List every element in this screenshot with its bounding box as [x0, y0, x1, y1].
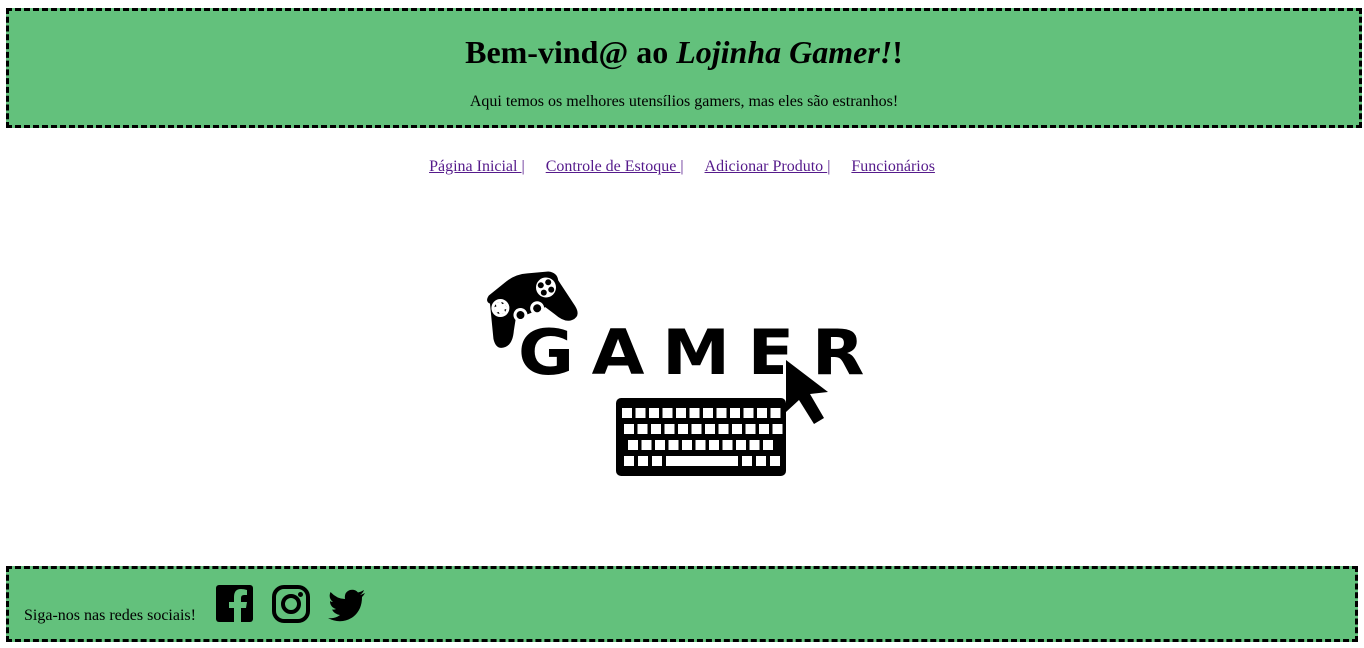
keyboard-key — [763, 440, 773, 450]
keyboard-key — [664, 424, 675, 434]
main-nav: Página Inicial | Controle de Estoque | Adi… — [0, 157, 1364, 177]
keyboard-key — [759, 424, 769, 434]
keyboard-key — [652, 456, 662, 466]
title-suffix: ! — [892, 34, 903, 70]
keyboard-key — [691, 424, 702, 434]
keyboard-key — [722, 440, 733, 450]
keyboard-key — [757, 408, 767, 418]
gamer-logo: GAMER — [478, 262, 884, 478]
keyboard-key — [637, 424, 648, 434]
keyboard-key — [709, 440, 719, 450]
keyboard-key — [655, 440, 665, 450]
keyboard-key — [624, 424, 634, 434]
keyboard-key — [695, 440, 706, 450]
header-subtitle: Aqui temos os melhores utensílios gamers… — [469, 93, 899, 110]
keyboard-key — [718, 424, 729, 434]
keyboard-key — [649, 408, 659, 418]
nav-separator: | — [827, 158, 831, 175]
keyboard-key — [638, 456, 648, 466]
nav-link-pagina-inicial[interactable]: Página Inicial — [429, 158, 521, 175]
keyboard-key — [624, 456, 634, 466]
nav-link-controle-estoque[interactable]: Controle de Estoque — [546, 158, 681, 175]
keyboard-key — [689, 408, 700, 418]
keyboard-key — [756, 456, 766, 466]
keyboard-key — [705, 424, 715, 434]
twitter-icon[interactable] — [327, 584, 367, 624]
follow-text: Siga-nos nas redes sociais! — [24, 607, 196, 624]
keyboard-key — [682, 440, 692, 450]
logo-text: GAMER — [518, 316, 882, 389]
keyboard-key — [668, 440, 679, 450]
keyboard-key — [742, 456, 752, 466]
nav-link-funcionarios[interactable]: Funcionários — [851, 158, 935, 175]
keyboard-key — [651, 424, 661, 434]
store-name: Lojinha Gamer! — [676, 34, 893, 70]
keyboard-key — [622, 408, 632, 418]
header: Bem-vind@ ao Lojinha Gamer!! Aqui temos … — [6, 8, 1362, 128]
nav-link-adicionar-produto[interactable]: Adicionar Produto — [705, 158, 828, 175]
title-prefix: Bem-vind@ ao — [465, 34, 677, 70]
keyboard-key — [745, 424, 756, 434]
nav-separator: | — [680, 158, 684, 175]
page-title: Bem-vind@ ao Lojinha Gamer!! — [9, 34, 1359, 70]
instagram-icon[interactable] — [271, 584, 311, 624]
facebook-icon[interactable] — [215, 584, 255, 624]
page: Bem-vind@ ao Lojinha Gamer!! Aqui temos … — [0, 0, 1364, 648]
keyboard-key — [749, 440, 760, 450]
footer: Siga-nos nas redes sociais! — [6, 566, 1358, 642]
keyboard-key — [678, 424, 688, 434]
keyboard-key — [772, 424, 783, 434]
keyboard-key — [635, 408, 646, 418]
keyboard-key — [666, 456, 738, 466]
keyboard-key — [662, 408, 673, 418]
keyboard-key — [736, 440, 746, 450]
nav-separator: | — [521, 158, 525, 175]
keyboard-icon — [616, 398, 786, 476]
keyboard-key — [770, 408, 781, 418]
keyboard-key — [703, 408, 713, 418]
keyboard-key — [628, 440, 638, 450]
keyboard-key — [641, 440, 652, 450]
keyboard-key — [743, 408, 754, 418]
keyboard-key — [716, 408, 727, 418]
keyboard-key — [730, 408, 740, 418]
keyboard-key — [770, 456, 780, 466]
keyboard-key — [676, 408, 686, 418]
keyboard-key — [732, 424, 742, 434]
